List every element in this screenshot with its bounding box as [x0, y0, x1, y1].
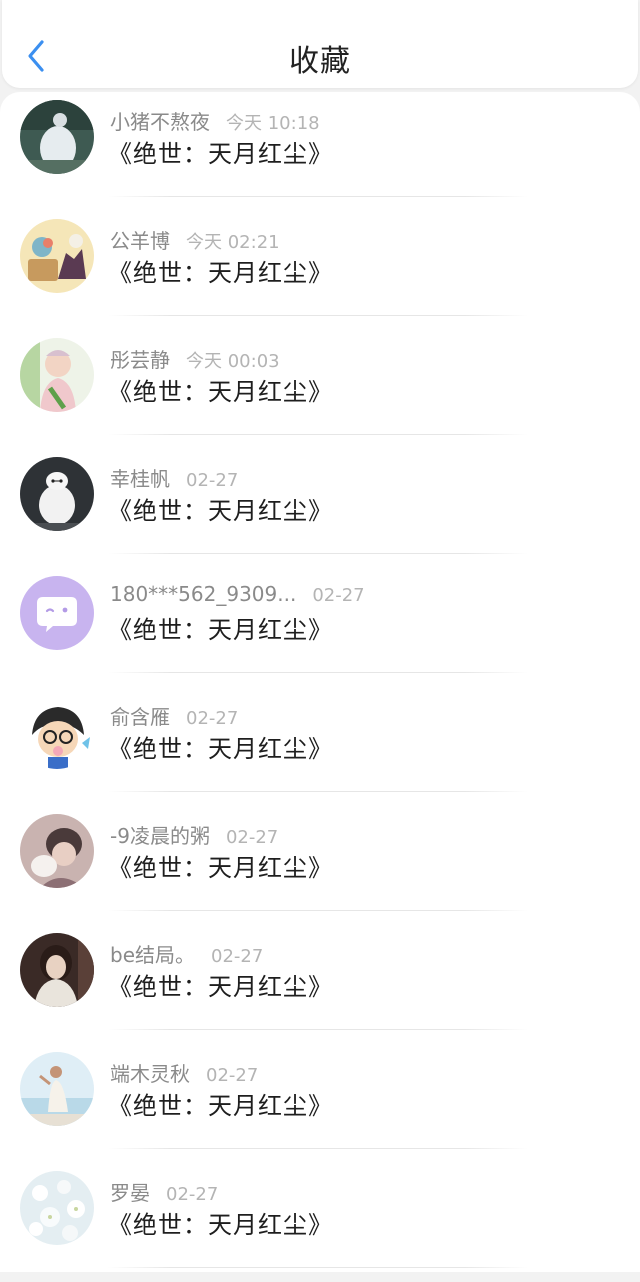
avatar[interactable] [20, 219, 94, 293]
timestamp: 02-27 [206, 1065, 259, 1086]
timestamp: 今天 00:03 [186, 351, 280, 372]
list-item[interactable]: 小猪不熬夜 今天 10:18 《绝世：天月红尘》 [0, 92, 640, 211]
divider [108, 1029, 528, 1030]
default-chat-avatar-icon [20, 576, 94, 650]
username[interactable]: 罗晏 [110, 1181, 150, 1205]
avatar[interactable] [20, 1171, 94, 1245]
username[interactable]: 俞含雁 [110, 705, 170, 729]
divider [108, 1148, 528, 1149]
avatar[interactable] [20, 576, 94, 650]
timestamp: 今天 02:21 [186, 232, 280, 253]
avatar[interactable] [20, 1052, 94, 1126]
divider [108, 672, 528, 673]
user-avatar-image [20, 457, 94, 531]
divider [108, 196, 528, 197]
divider [108, 553, 528, 554]
nav-bar: 收藏 [2, 0, 638, 88]
username[interactable]: 180***562_9309... [110, 582, 296, 606]
divider [108, 315, 528, 316]
favorite-work-title[interactable]: 《绝世：天月红尘》 [108, 1086, 333, 1121]
favorite-work-title[interactable]: 《绝世：天月红尘》 [108, 253, 333, 288]
avatar[interactable] [20, 457, 94, 531]
favorite-work-title[interactable]: 《绝世：天月红尘》 [108, 1205, 333, 1240]
list-item[interactable]: 公羊博 今天 02:21 《绝世：天月红尘》 [0, 211, 640, 330]
user-avatar-image [20, 219, 94, 293]
favorite-work-title[interactable]: 《绝世：天月红尘》 [108, 848, 333, 883]
list-item[interactable]: 彤芸静 今天 00:03 《绝世：天月红尘》 [0, 330, 640, 449]
timestamp: 02-27 [225, 827, 279, 848]
favorites-list: 小猪不熬夜 今天 10:18 《绝世：天月红尘》 公羊博 今天 02:21 《绝世：… [0, 92, 640, 1272]
username[interactable]: 幸桂帆 [110, 467, 170, 491]
timestamp: 02-27 [211, 946, 264, 967]
favorite-work-title[interactable]: 《绝世：天月红尘》 [108, 610, 333, 645]
list-item[interactable]: -9凌晨的粥 02-27 《绝世：天月红尘》 [0, 806, 640, 925]
timestamp: 02-27 [166, 1184, 219, 1205]
list-item[interactable]: 幸桂帆 02-27 《绝世：天月红尘》 [0, 449, 640, 568]
user-avatar-image [20, 338, 94, 412]
timestamp: 02-27 [186, 708, 239, 729]
timestamp: 02-27 [312, 585, 365, 606]
favorite-work-title[interactable]: 《绝世：天月红尘》 [108, 967, 333, 1002]
favorite-work-title[interactable]: 《绝世：天月红尘》 [108, 729, 333, 764]
user-avatar-image [20, 1171, 94, 1245]
user-avatar-image [20, 814, 94, 888]
username[interactable]: 彤芸静 [110, 348, 170, 372]
avatar[interactable] [20, 100, 94, 174]
timestamp: 今天 10:18 [226, 113, 320, 134]
user-avatar-image [20, 1052, 94, 1126]
list-item[interactable]: be结局。 02-27 《绝世：天月红尘》 [0, 925, 640, 1044]
user-avatar-image [20, 933, 94, 1007]
page-title: 收藏 [289, 44, 351, 79]
divider [108, 791, 528, 792]
divider [108, 434, 528, 435]
user-avatar-image [20, 100, 94, 174]
username[interactable]: 端木灵秋 [110, 1062, 190, 1086]
favorite-work-title[interactable]: 《绝世：天月红尘》 [108, 491, 333, 526]
favorite-work-title[interactable]: 《绝世：天月红尘》 [108, 134, 333, 169]
list-item[interactable]: 罗晏 02-27 《绝世：天月红尘》 [0, 1163, 640, 1282]
avatar[interactable] [20, 338, 94, 412]
username[interactable]: 小猪不熬夜 [110, 110, 210, 134]
username[interactable]: -9凌晨的粥 [110, 824, 210, 848]
favorite-work-title[interactable]: 《绝世：天月红尘》 [108, 372, 333, 407]
username[interactable]: be结局。 [110, 943, 195, 967]
list-item[interactable]: 端木灵秋 02-27 《绝世：天月红尘》 [0, 1044, 640, 1163]
avatar[interactable] [20, 695, 94, 769]
username[interactable]: 公羊博 [110, 229, 170, 253]
avatar[interactable] [20, 814, 94, 888]
divider [108, 910, 528, 911]
user-avatar-image [20, 695, 94, 769]
avatar[interactable] [20, 933, 94, 1007]
list-item[interactable]: 180***562_9309... 02-27 《绝世：天月红尘》 [0, 568, 640, 687]
divider [108, 1267, 528, 1268]
timestamp: 02-27 [186, 470, 239, 491]
list-item[interactable]: 俞含雁 02-27 《绝世：天月红尘》 [0, 687, 640, 806]
